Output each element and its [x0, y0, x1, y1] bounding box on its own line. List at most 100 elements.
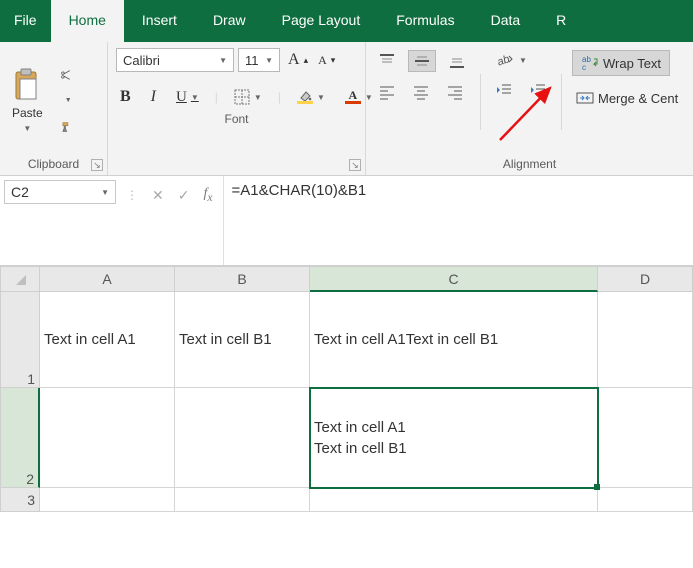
- tab-insert[interactable]: Insert: [124, 0, 195, 42]
- chevron-down-icon: ▼: [519, 56, 527, 65]
- bold-button[interactable]: B: [116, 86, 135, 108]
- chevron-down-icon: ▼: [317, 93, 325, 102]
- align-top-button[interactable]: [374, 51, 400, 71]
- align-top-icon: [378, 53, 396, 69]
- col-header-A[interactable]: A: [40, 266, 175, 292]
- chevron-down-icon: ▼: [254, 93, 262, 102]
- scissors-icon: [61, 67, 71, 83]
- chevron-down-icon: ▼: [101, 188, 109, 197]
- cell-C2[interactable]: Text in cell A1 Text in cell B1: [310, 388, 598, 488]
- italic-button[interactable]: I: [147, 86, 160, 108]
- align-left-button[interactable]: [374, 82, 400, 102]
- increase-indent-icon: [529, 82, 547, 98]
- tab-review-stub[interactable]: R: [538, 0, 584, 42]
- align-bottom-button[interactable]: [444, 51, 470, 71]
- wrap-text-label: Wrap Text: [603, 56, 661, 71]
- underline-button[interactable]: U▼: [172, 87, 203, 108]
- wrap-text-icon: abc: [581, 55, 599, 71]
- tab-home[interactable]: Home: [51, 0, 124, 42]
- borders-button[interactable]: ▼: [230, 87, 266, 107]
- group-title-alignment: Alignment: [374, 153, 685, 173]
- chevron-down-icon: ▼: [265, 56, 273, 65]
- svg-text:ab: ab: [496, 53, 512, 68]
- chevron-down-icon: ▼: [65, 97, 72, 104]
- cell-A3[interactable]: [40, 488, 175, 512]
- name-box[interactable]: C2 ▼: [4, 180, 116, 204]
- orientation-button[interactable]: ab ▼: [491, 50, 531, 70]
- wrap-text-button[interactable]: abc Wrap Text: [572, 50, 670, 76]
- underline-label: U: [176, 89, 187, 106]
- cell-B1[interactable]: Text in cell B1: [175, 292, 310, 388]
- fill-color-button[interactable]: ▼: [293, 88, 329, 106]
- font-name-combo[interactable]: Calibri ▼: [116, 48, 234, 72]
- col-header-D[interactable]: D: [598, 266, 693, 292]
- cell-C1[interactable]: Text in cell A1Text in cell B1: [310, 292, 598, 388]
- tab-data[interactable]: Data: [473, 0, 539, 42]
- paste-icon: [12, 68, 42, 102]
- ribbon: Paste ▼ ▼ Clipboard ↘: [0, 42, 693, 176]
- decrease-font-size-button[interactable]: A▾: [314, 49, 339, 71]
- select-all-corner[interactable]: [0, 266, 40, 292]
- clipboard-dialog-launcher[interactable]: ↘: [91, 159, 103, 171]
- merge-center-button[interactable]: Merge & Cent: [572, 86, 682, 110]
- align-middle-button[interactable]: [408, 50, 436, 72]
- align-middle-icon: [413, 53, 431, 69]
- insert-function-button[interactable]: fx: [203, 186, 212, 204]
- fill-color-icon: [297, 90, 313, 104]
- group-title-font: Font: [116, 108, 357, 128]
- group-title-clipboard: Clipboard: [8, 153, 99, 173]
- col-header-C[interactable]: C: [310, 266, 598, 292]
- cell-A2[interactable]: [40, 388, 175, 488]
- formula-input[interactable]: =A1&CHAR(10)&B1: [223, 176, 693, 265]
- ribbon-group-font: Calibri ▼ 11 ▼ A▴ A▾ B I U▼ |: [108, 42, 366, 175]
- cell-B3[interactable]: [175, 488, 310, 512]
- format-painter-button[interactable]: [57, 118, 75, 136]
- font-dialog-launcher[interactable]: ↘: [349, 159, 361, 171]
- align-center-button[interactable]: [408, 82, 434, 102]
- cell-B2[interactable]: [175, 388, 310, 488]
- enter-formula-button[interactable]: ✓: [178, 187, 190, 204]
- tab-draw[interactable]: Draw: [195, 0, 264, 42]
- align-bottom-icon: [448, 53, 466, 69]
- paste-button[interactable]: Paste ▼: [8, 66, 47, 135]
- tab-strip: File Home Insert Draw Page Layout Formul…: [0, 0, 693, 42]
- name-box-value: C2: [11, 184, 29, 200]
- font-size-combo[interactable]: 11 ▼: [238, 48, 280, 72]
- row-header-1[interactable]: 1: [0, 292, 40, 388]
- decrease-font-size-icon: A: [318, 53, 327, 68]
- cell-A1[interactable]: Text in cell A1: [40, 292, 175, 388]
- chevron-down-icon: ▼: [191, 93, 199, 102]
- align-right-button[interactable]: [442, 82, 468, 102]
- svg-text:c: c: [582, 63, 586, 71]
- cell-C3[interactable]: [310, 488, 598, 512]
- increase-font-size-button[interactable]: A▴: [284, 49, 312, 71]
- chevron-down-icon: ▼: [219, 56, 227, 65]
- merge-center-icon: [576, 90, 594, 106]
- tab-formulas[interactable]: Formulas: [378, 0, 472, 42]
- increase-indent-button[interactable]: [525, 80, 551, 100]
- tab-file[interactable]: File: [0, 0, 51, 42]
- cancel-formula-button[interactable]: ✕: [152, 187, 164, 204]
- formula-bar: C2 ▼ ⋮ ✕ ✓ fx =A1&CHAR(10)&B1: [0, 176, 693, 266]
- cell-D3[interactable]: [598, 488, 693, 512]
- increase-font-size-icon: A: [288, 51, 300, 69]
- paste-label: Paste: [12, 106, 43, 120]
- borders-icon: [234, 89, 250, 105]
- align-center-icon: [412, 84, 430, 100]
- worksheet-grid: A B C D 1 Text in cell A1 Text in cell B…: [0, 266, 693, 512]
- font-size-value: 11: [245, 53, 259, 68]
- copy-button[interactable]: ▼: [57, 92, 75, 110]
- row-header-2[interactable]: 2: [0, 388, 40, 488]
- row-header-3[interactable]: 3: [0, 488, 40, 512]
- decrease-indent-button[interactable]: [491, 80, 517, 100]
- merge-center-label: Merge & Cent: [598, 91, 678, 106]
- align-left-icon: [378, 84, 396, 100]
- cut-button[interactable]: [57, 66, 75, 84]
- cell-D1[interactable]: [598, 292, 693, 388]
- cell-D2[interactable]: [598, 388, 693, 488]
- chevron-down-icon: ▼: [23, 124, 31, 133]
- tab-page-layout[interactable]: Page Layout: [264, 0, 379, 42]
- formula-bar-expand[interactable]: ⋮: [126, 188, 138, 202]
- ribbon-group-clipboard: Paste ▼ ▼ Clipboard ↘: [0, 42, 108, 175]
- col-header-B[interactable]: B: [175, 266, 310, 292]
